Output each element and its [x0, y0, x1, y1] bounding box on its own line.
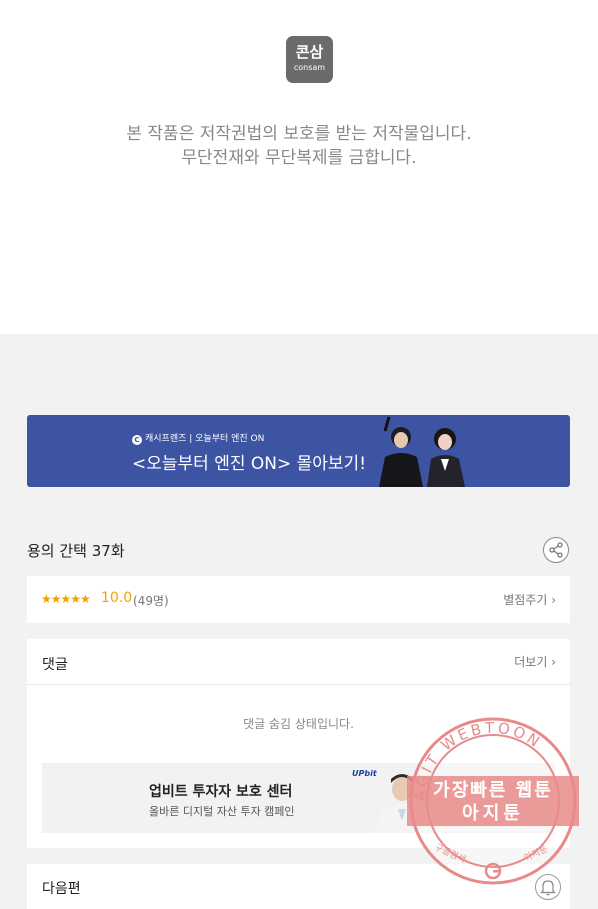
copyright-notice: 본 작품은 저작권법의 보호를 받는 저작물입니다. 무단전재와 무단복제를 금… [0, 122, 598, 170]
rating-stars: ★★★★★ [41, 592, 91, 606]
copyright-line-1: 본 작품은 저작권법의 보호를 받는 저작물입니다. [126, 124, 472, 144]
copyright-line-2: 무단전재와 무단복제를 금합니다. [181, 148, 417, 168]
banner-channel-text: 캐시프렌즈 | 오늘부터 엔진 ON [145, 434, 265, 444]
cash-friends-icon: C [132, 435, 142, 445]
chevron-right-icon: › [551, 655, 556, 669]
rating-bar: ★★★★★ 10.0 (49명) 별점주기 › [27, 576, 570, 623]
ad-title: 업비트 투자자 보호 센터 [149, 784, 293, 800]
comments-more-label: 더보기 [514, 655, 548, 669]
episode-title: 용의 간택 37화 [27, 542, 125, 560]
divider [27, 684, 570, 685]
promo-banner[interactable]: C 캐시프렌즈 | 오늘부터 엔진 ON <오늘부터 엔진 ON> 몰아보기! [27, 415, 570, 487]
rating-score: 10.0 [101, 590, 133, 606]
share-icon [549, 542, 563, 558]
logo-korean: 콘삼 [295, 43, 324, 61]
give-rating-label: 별점주기 [503, 593, 548, 607]
banner-channel: C 캐시프렌즈 | 오늘부터 엔진 ON [132, 431, 264, 445]
banner-headline: <오늘부터 엔진 ON> 몰아보기! [132, 454, 367, 474]
consam-logo: 콘삼 consam [286, 36, 333, 83]
next-episode-label: 다음편 [42, 881, 81, 897]
give-rating-button[interactable]: 별점주기 › [503, 591, 556, 608]
banner-characters-image [379, 416, 465, 487]
agit-webtoon-watermark: AGIT WEBTOON 가장빠른 웹툰 아지툰 구글검색 아지툰 [407, 717, 579, 885]
rating-count: (49명) [133, 594, 169, 608]
comments-more-button[interactable]: 더보기 › [514, 653, 556, 670]
logo-english: consam [293, 63, 326, 72]
comments-header: 댓글 [42, 657, 68, 673]
watermark-line-1: 가장빠른 웹툰 [433, 780, 553, 801]
watermark-line-2: 아지툰 [462, 803, 524, 824]
share-button[interactable] [543, 537, 569, 563]
ad-subtitle: 올바른 디지털 자산 투자 캠페인 [149, 805, 295, 818]
top-copyright-section: 콘삼 consam 본 작품은 저작권법의 보호를 받는 저작물입니다. 무단전… [0, 0, 598, 334]
chevron-right-icon: › [551, 593, 556, 607]
